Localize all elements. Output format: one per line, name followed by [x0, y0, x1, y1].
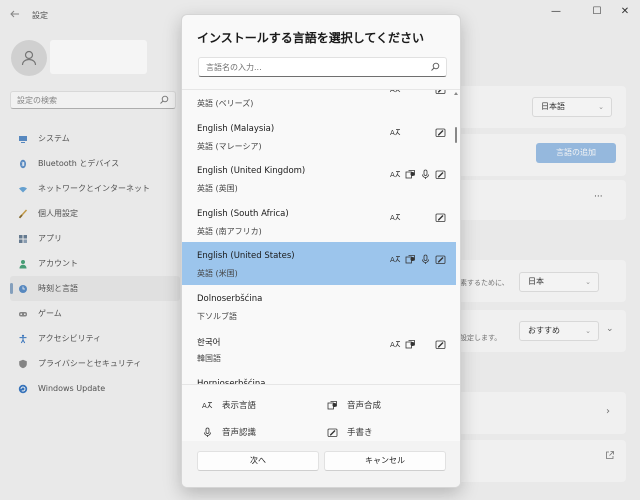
language-list-item[interactable]: 한국어 韓国語 A	[182, 327, 456, 370]
language-feature-icons: A	[390, 169, 446, 180]
handwriting-icon	[435, 169, 446, 180]
language-search-input[interactable]	[199, 58, 419, 76]
language-list-item[interactable]: English (South Africa) 英語 (南アフリカ) A	[182, 200, 456, 243]
language-list-item[interactable]: Hornjoserbšćina A	[182, 370, 456, 385]
dialog-title: インストールする言語を選択してください	[197, 31, 425, 45]
language-feature-icons: A	[390, 339, 446, 350]
tts-icon	[405, 254, 416, 265]
language-list-item[interactable]: 英語 (ベリーズ) A	[182, 89, 456, 115]
language-name: Hornjoserbšćina	[197, 378, 266, 385]
legend-label: 表示言語	[222, 401, 257, 411]
legend-label: 手書き	[347, 428, 373, 438]
settings-window: 設定 — ☐ ✕ システム Bluetooth とデバイス ネットワークとイン	[0, 0, 640, 500]
language-native-name: 英語 (ベリーズ)	[197, 99, 254, 108]
microphone-icon	[204, 427, 211, 437]
cancel-button[interactable]: キャンセル	[324, 451, 446, 471]
language-name: English (United Kingdom)	[197, 166, 306, 176]
language-list-item[interactable]: English (United Kingdom) 英語 (英国) A	[182, 157, 456, 200]
language-list-item[interactable]: English (Malaysia) 英語 (マレーシア) A	[182, 115, 456, 158]
display-language-icon: A	[390, 127, 401, 138]
legend-speech: 音声認識	[202, 426, 256, 438]
display-language-icon: A	[202, 402, 213, 410]
handwriting-icon	[435, 212, 446, 223]
language-native-name: 英語 (マレーシア)	[197, 141, 262, 151]
svg-text:A: A	[390, 129, 395, 137]
microphone-icon	[420, 254, 431, 265]
language-list-item[interactable]: Dolnoserbšćina 下ソルブ語 A	[182, 285, 456, 328]
search-icon	[431, 62, 440, 71]
language-feature-icons: A	[390, 127, 446, 138]
tts-icon	[405, 169, 416, 180]
legend-handwriting: 手書き	[327, 426, 373, 438]
language-native-name: 英語 (米国)	[197, 269, 238, 278]
display-language-icon: A	[390, 89, 401, 95]
svg-text:A: A	[202, 402, 207, 410]
display-language-icon: A	[390, 212, 401, 223]
language-name: Dolnoserbšćina	[197, 293, 263, 304]
language-feature-icons: A	[390, 89, 446, 95]
svg-text:A: A	[390, 214, 395, 222]
tts-icon	[327, 400, 337, 409]
language-feature-icons: A	[390, 297, 446, 308]
handwriting-icon	[435, 254, 446, 265]
feature-legend: A 表示言語 音声合成 音声認識 手書き	[182, 387, 460, 443]
display-language-icon: A	[390, 339, 401, 350]
language-native-name: 韓国語	[197, 354, 221, 363]
legend-display-language: A 表示言語	[202, 399, 256, 411]
language-native-name: 下ソルブ語	[197, 311, 237, 321]
language-feature-icons: A	[390, 254, 446, 265]
language-list[interactable]: 英語 (ベリーズ) A English (Malaysia) 英語 (マレーシア) A E…	[182, 89, 460, 385]
language-name: English (South Africa)	[197, 208, 289, 219]
handwriting-icon	[327, 428, 338, 437]
svg-text:A: A	[390, 89, 395, 94]
language-list-item[interactable]: English (United States) 英語 (米国) A	[182, 242, 456, 285]
language-native-name: 英語 (英国)	[197, 184, 238, 193]
language-name: English (United States)	[197, 251, 295, 261]
scrollbar-thumb[interactable]	[455, 127, 457, 143]
add-language-dialog: インストールする言語を選択してください 英語 (ベリーズ)AEnglish (M…	[181, 14, 461, 488]
language-name: English (Malaysia)	[197, 123, 275, 134]
next-button[interactable]: 次へ	[197, 451, 319, 471]
language-search[interactable]	[198, 57, 447, 77]
legend-label: 音声認識	[222, 428, 257, 438]
microphone-icon	[420, 169, 431, 180]
display-language-icon: A	[390, 254, 401, 265]
language-native-name: 英語 (南アフリカ)	[197, 226, 262, 236]
scroll-up-icon[interactable]	[454, 91, 458, 96]
language-name: 한국어	[197, 338, 221, 348]
legend-tts: 音声合成	[327, 399, 381, 411]
handwriting-icon	[435, 339, 446, 350]
language-feature-icons: A	[390, 212, 446, 223]
language-feature-icons: A	[390, 382, 446, 385]
svg-text:A: A	[390, 341, 395, 349]
display-language-icon: A	[390, 169, 401, 180]
svg-text:A: A	[390, 171, 395, 179]
svg-text:A: A	[390, 256, 395, 264]
handwriting-icon	[435, 90, 446, 95]
legend-label: 音声合成	[347, 401, 382, 411]
handwriting-icon	[435, 127, 446, 138]
tts-icon	[405, 339, 416, 350]
